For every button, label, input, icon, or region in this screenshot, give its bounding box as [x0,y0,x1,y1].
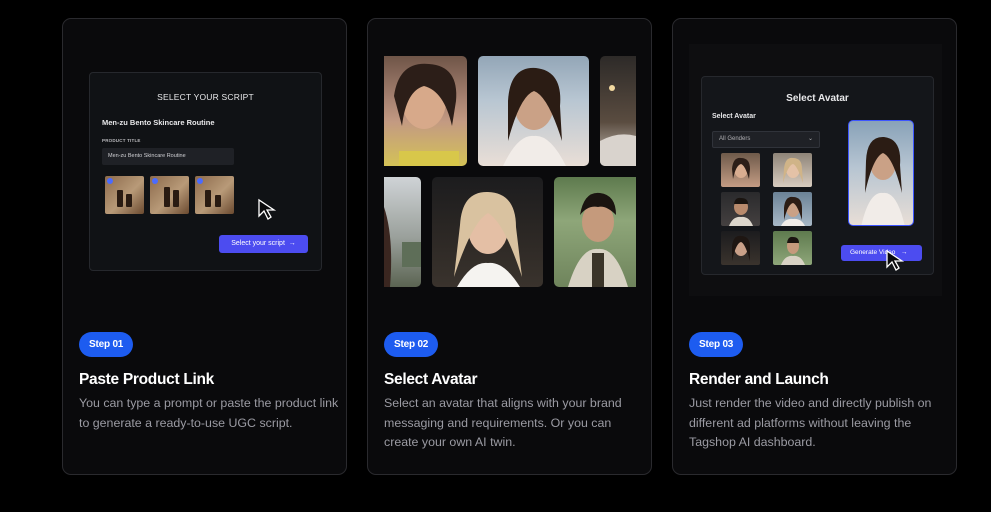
select-your-script-button[interactable]: Select your script → [219,235,308,253]
preview-product-name: Men-zu Bento Skincare Routine [102,118,215,127]
step-badge: Step 02 [384,332,439,357]
selected-check-icon [107,178,113,184]
card-title: Select Avatar [384,371,478,388]
avatar-video-thumbnail[interactable] [384,56,467,166]
select-avatar-panel: Select Avatar Select Avatar All Genders … [701,76,934,275]
step-badge: Step 03 [689,332,744,357]
avatar-thumbnail[interactable] [721,153,760,187]
selected-check-icon [197,178,203,184]
card-description: You can type a prompt or paste the produ… [79,396,339,430]
step-badge: Step 01 [79,332,134,357]
generate-video-button[interactable]: Generate Video → [841,245,922,261]
card-title: Render and Launch [689,371,829,388]
step-card-select-avatar: Step 02 Select Avatar Select an avatar t… [367,18,652,475]
preview-subheading: Select Avatar [712,113,756,120]
card-description: Select an avatar that aligns with your b… [384,396,622,449]
selected-avatar-preview[interactable] [848,120,914,226]
step-card-paste-product-link: SELECT YOUR SCRIPT Men-zu Bento Skincare… [62,18,347,475]
preview-heading: SELECT YOUR SCRIPT [157,92,254,102]
selected-check-icon [152,178,158,184]
chevron-down-icon: ⌄ [807,136,813,142]
avatar-thumbnail[interactable] [721,192,760,226]
avatar-video-thumbnail[interactable] [432,177,543,287]
mouse-cursor-icon [886,249,905,271]
avatar-thumbnail[interactable] [773,192,812,226]
avatar-thumbnail[interactable] [721,231,760,265]
mouse-cursor-icon [258,198,277,220]
product-image-thumbnail[interactable] [105,176,144,214]
avatar-thumbnail[interactable] [773,231,812,265]
card-description: Just render the video and directly publi… [689,396,932,449]
avatar-video-thumbnail[interactable] [600,56,636,166]
script-preview-panel: SELECT YOUR SCRIPT Men-zu Bento Skincare… [89,72,322,271]
preview-heading: Select Avatar [786,93,849,104]
product-image-thumbnail[interactable] [195,176,234,214]
step-card-render-and-launch: Select Avatar Select Avatar All Genders … [672,18,957,475]
arrow-right-icon: → [288,240,296,247]
product-image-thumbnail[interactable] [150,176,189,214]
avatar-video-thumbnail[interactable] [554,177,636,287]
gender-select[interactable]: All Genders ⌄ [712,131,820,148]
card-title: Paste Product Link [79,371,214,388]
avatar-thumbnail[interactable] [773,153,812,187]
avatar-video-thumbnail[interactable] [384,177,421,287]
avatar-video-thumbnail[interactable] [478,56,589,166]
product-title-label: PRODUCT TITLE [102,138,141,143]
product-title-input[interactable]: Men-zu Bento Skincare Routine [102,148,234,165]
